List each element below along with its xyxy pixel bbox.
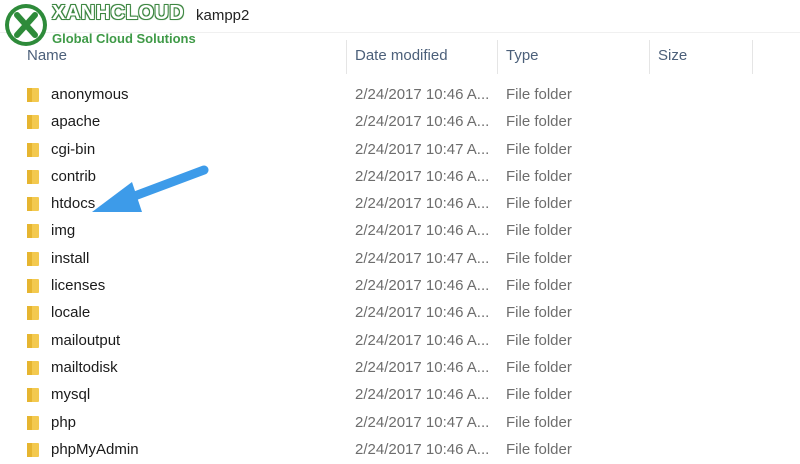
folder-icon [27, 279, 39, 294]
file-date-modified: 2/24/2017 10:46 A... [355, 86, 490, 103]
column-divider[interactable] [752, 40, 753, 74]
column-header-type[interactable]: Type [506, 47, 539, 64]
file-name[interactable]: php [51, 414, 76, 431]
file-name[interactable]: licenses [51, 277, 105, 294]
file-row-locale[interactable]: locale 2/24/2017 10:46 A... File folder [0, 299, 800, 326]
file-row-anonymous[interactable]: anonymous 2/24/2017 10:46 A... File fold… [0, 81, 800, 108]
arrow-icon [92, 165, 209, 212]
folder-icon [27, 224, 39, 239]
file-name[interactable]: mailtodisk [51, 359, 118, 376]
file-row-mailoutput[interactable]: mailoutput 2/24/2017 10:46 A... File fol… [0, 327, 800, 354]
file-row-mysql[interactable]: mysql 2/24/2017 10:46 A... File folder [0, 381, 800, 408]
file-row-mailtodisk[interactable]: mailtodisk 2/24/2017 10:46 A... File fol… [0, 354, 800, 381]
file-name[interactable]: locale [51, 304, 90, 321]
folder-icon [27, 197, 39, 212]
file-row-php[interactable]: php 2/24/2017 10:47 A... File folder [0, 409, 800, 436]
file-date-modified: 2/24/2017 10:46 A... [355, 386, 490, 404]
file-type: File folder [506, 440, 572, 458]
column-divider[interactable] [497, 40, 498, 74]
file-name[interactable]: phpMyAdmin [51, 441, 139, 458]
file-date-modified: 2/24/2017 10:46 A... [355, 167, 490, 185]
file-type: File folder [506, 113, 572, 131]
file-date-modified: 2/24/2017 10:46 A... [355, 113, 490, 131]
folder-icon [27, 142, 39, 157]
file-type: File folder [506, 386, 572, 404]
file-name[interactable]: anonymous [51, 86, 129, 103]
file-type: File folder [506, 358, 572, 376]
file-type: File folder [506, 277, 572, 295]
folder-icon [27, 415, 39, 430]
folder-icon [27, 115, 39, 130]
file-name[interactable]: apache [51, 113, 100, 130]
column-header-size[interactable]: Size [658, 47, 687, 64]
column-divider[interactable] [649, 40, 650, 74]
folder-icon [27, 251, 39, 266]
file-explorer-window: kampp2 XANHCLOUD Global Cloud Solutions … [0, 0, 800, 464]
file-list: anonymous 2/24/2017 10:46 A... File fold… [0, 81, 800, 463]
file-date-modified: 2/24/2017 10:47 A... [355, 413, 490, 431]
file-type: File folder [506, 140, 572, 158]
file-date-modified: 2/24/2017 10:46 A... [355, 440, 490, 458]
folder-icon [27, 360, 39, 375]
file-row-phpmyadmin[interactable]: phpMyAdmin 2/24/2017 10:46 A... File fol… [0, 436, 800, 463]
folder-icon [27, 88, 39, 102]
file-type: File folder [506, 195, 572, 213]
file-name[interactable]: img [51, 222, 75, 239]
file-date-modified: 2/24/2017 10:46 A... [355, 358, 490, 376]
file-type: File folder [506, 304, 572, 322]
folder-icon [27, 442, 39, 457]
column-header-date-modified[interactable]: Date modified [355, 47, 448, 64]
file-row-licenses[interactable]: licenses 2/24/2017 10:46 A... File folde… [0, 272, 800, 299]
file-type: File folder [506, 413, 572, 431]
folder-icon [27, 169, 39, 184]
file-name[interactable]: cgi-bin [51, 141, 95, 158]
file-date-modified: 2/24/2017 10:47 A... [355, 140, 490, 158]
file-type: File folder [506, 331, 572, 349]
file-date-modified: 2/24/2017 10:46 A... [355, 222, 490, 240]
column-divider[interactable] [346, 40, 347, 74]
file-type: File folder [506, 86, 572, 103]
file-type: File folder [506, 249, 572, 267]
folder-icon [27, 388, 39, 403]
column-header-row: Name Date modified Type Size [0, 38, 800, 74]
file-row-cgi-bin[interactable]: cgi-bin 2/24/2017 10:47 A... File folder [0, 136, 800, 163]
logo-title: XANHCLOUD [52, 2, 185, 24]
file-date-modified: 2/24/2017 10:46 A... [355, 195, 490, 213]
file-type: File folder [506, 167, 572, 185]
file-type: File folder [506, 222, 572, 240]
folder-icon [27, 306, 39, 321]
file-name[interactable]: install [51, 250, 89, 267]
column-header-name[interactable]: Name [27, 47, 67, 64]
file-row-apache[interactable]: apache 2/24/2017 10:46 A... File folder [0, 108, 800, 135]
file-date-modified: 2/24/2017 10:46 A... [355, 277, 490, 295]
file-row-install[interactable]: install 2/24/2017 10:47 A... File folder [0, 245, 800, 272]
file-date-modified: 2/24/2017 10:46 A... [355, 331, 490, 349]
file-date-modified: 2/24/2017 10:47 A... [355, 249, 490, 267]
folder-icon [27, 333, 39, 348]
file-date-modified: 2/24/2017 10:46 A... [355, 304, 490, 322]
file-name[interactable]: mysql [51, 386, 90, 403]
file-name[interactable]: mailoutput [51, 332, 120, 349]
